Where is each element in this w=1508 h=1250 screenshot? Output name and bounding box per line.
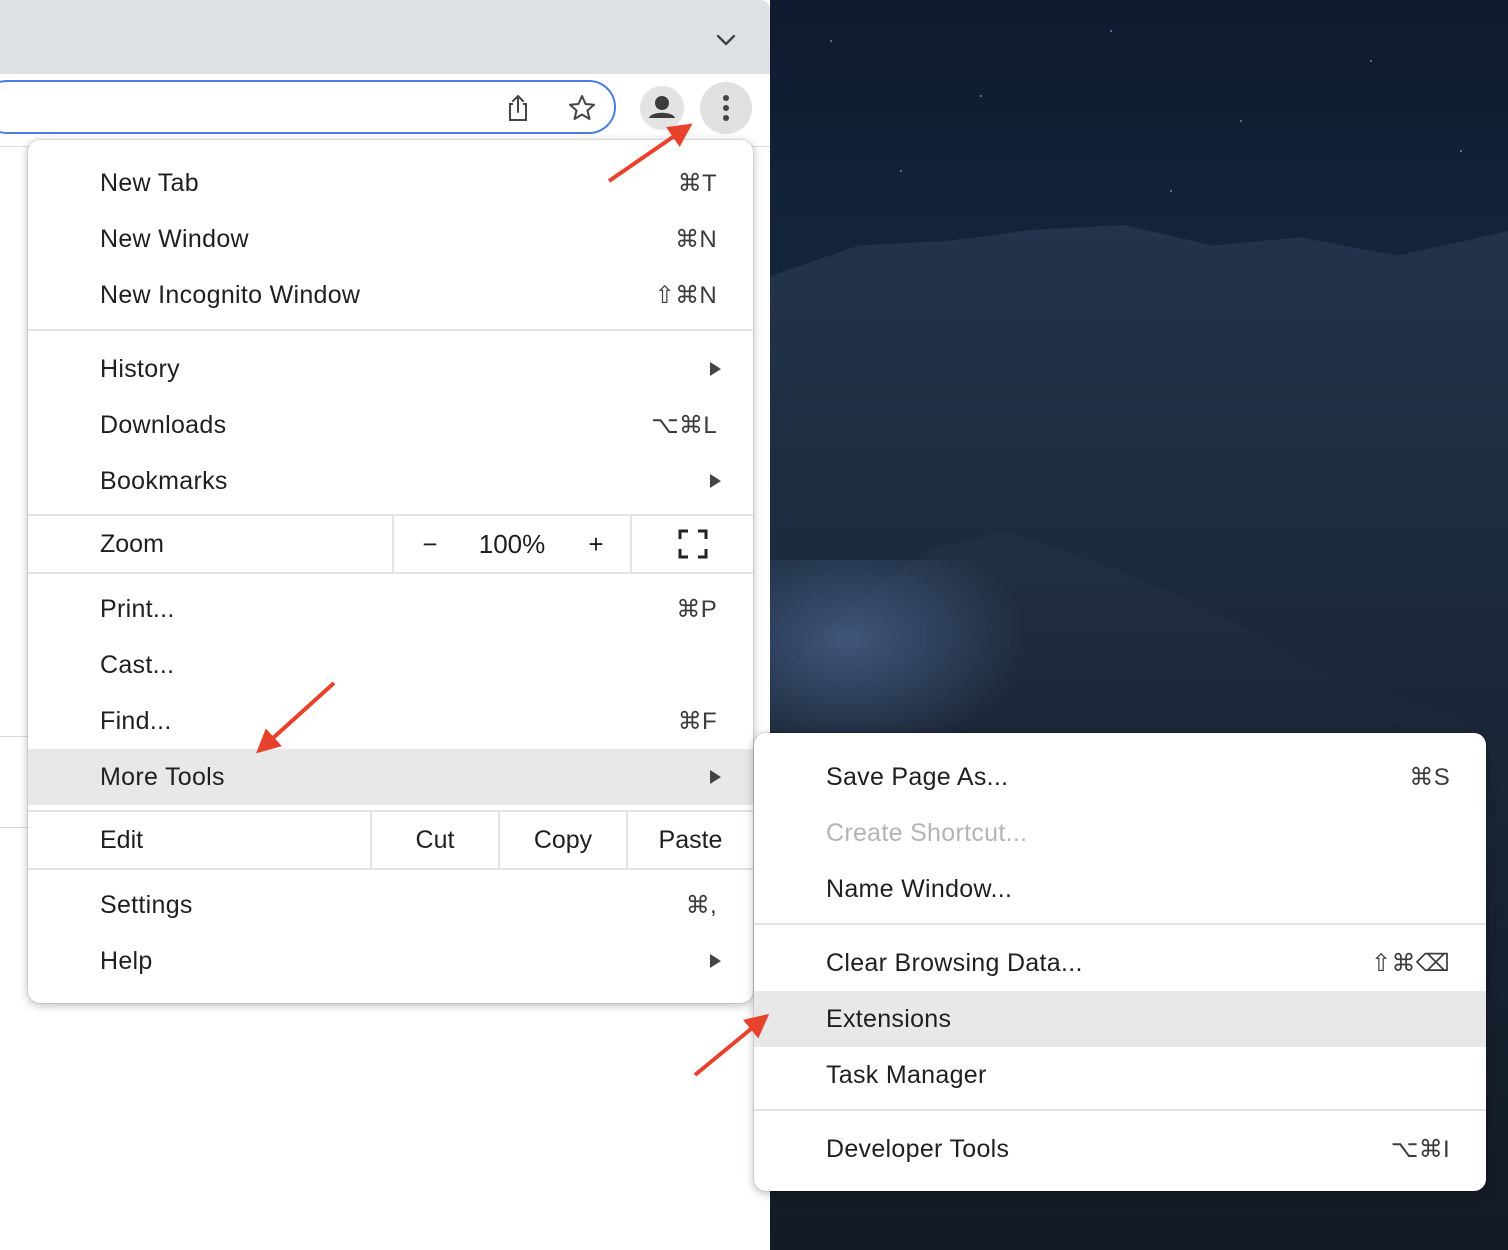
submenu-item-save-page-as[interactable]: Save Page As... ⌘S <box>754 749 1486 805</box>
zoom-out-label: − <box>422 528 438 559</box>
fullscreen-button[interactable] <box>632 516 753 572</box>
copy-label: Copy <box>533 825 593 854</box>
submenu-arrow-icon <box>710 954 721 968</box>
zoom-value: 100% <box>478 528 546 559</box>
submenu-item-create-shortcut: Create Shortcut... <box>754 805 1486 861</box>
tab-strip <box>0 0 770 74</box>
zoom-level: 100% <box>464 516 560 572</box>
menu-item-new-incognito-window[interactable]: New Incognito Window ⇧⌘N <box>28 267 753 323</box>
chrome-menu-button[interactable] <box>700 82 752 134</box>
zoom-label: Zoom <box>100 530 164 558</box>
menu-item-bookmarks[interactable]: Bookmarks <box>28 453 753 509</box>
menu-item-label: Help <box>100 946 153 975</box>
profile-button[interactable] <box>638 84 686 132</box>
menu-item-label: More Tools <box>100 762 225 791</box>
menu-item-label: Extensions <box>826 1004 952 1033</box>
menu-item-label: New Window <box>100 224 249 253</box>
profile-icon <box>640 86 684 130</box>
chevron-down-icon <box>716 34 736 46</box>
toolbar <box>0 74 770 147</box>
menu-item-shortcut: ⌥⌘I <box>1390 1135 1450 1163</box>
star-icon <box>569 95 595 120</box>
menu-item-more-tools[interactable]: More Tools <box>28 749 753 805</box>
menu-item-downloads[interactable]: Downloads ⌥⌘L <box>28 397 753 453</box>
chrome-main-menu: New Tab ⌘T New Window ⌘N New Incognito W… <box>28 140 753 1003</box>
menu-item-shortcut: ⇧⌘⌫ <box>1371 949 1450 977</box>
menu-item-label: Create Shortcut... <box>826 818 1028 847</box>
menu-item-shortcut: ⌥⌘L <box>651 411 717 439</box>
menu-item-label: Task Manager <box>826 1060 987 1089</box>
submenu-arrow-icon <box>710 362 721 376</box>
bookmark-star-button[interactable] <box>566 92 598 124</box>
menu-item-label: Settings <box>100 890 193 919</box>
paste-label: Paste <box>658 825 723 854</box>
fullscreen-icon <box>678 529 707 559</box>
menu-item-label: Bookmarks <box>100 466 228 495</box>
more-tools-submenu: Save Page As... ⌘S Create Shortcut... Na… <box>754 733 1486 1191</box>
kebab-menu-icon <box>723 95 729 121</box>
menu-item-label: Developer Tools <box>826 1134 1010 1163</box>
menu-item-new-window[interactable]: New Window ⌘N <box>28 211 753 267</box>
menu-item-shortcut: ⌘T <box>677 169 717 197</box>
menu-item-shortcut: ⇧⌘N <box>654 281 717 309</box>
tab-search-button[interactable] <box>712 26 740 54</box>
cut-label: Cut <box>415 825 455 854</box>
menu-item-label: History <box>100 354 180 383</box>
menu-item-label: Downloads <box>100 410 227 439</box>
menu-separator <box>754 1109 1486 1111</box>
menu-item-label: New Incognito Window <box>100 280 361 309</box>
address-bar[interactable] <box>0 80 616 134</box>
menu-item-shortcut: ⌘S <box>1409 763 1450 791</box>
edit-row: Edit Cut Copy Paste <box>28 812 753 868</box>
submenu-arrow-icon <box>710 770 721 784</box>
menu-item-settings[interactable]: Settings ⌘, <box>28 877 753 933</box>
zoom-out-button[interactable]: − <box>396 516 464 572</box>
menu-item-new-tab[interactable]: New Tab ⌘T <box>28 155 753 211</box>
share-icon <box>509 95 527 121</box>
menu-item-cast[interactable]: Cast... <box>28 637 753 693</box>
menu-item-help[interactable]: Help <box>28 933 753 989</box>
menu-separator <box>754 923 1486 925</box>
cut-button[interactable]: Cut <box>372 812 498 868</box>
zoom-row: Zoom − 100% + <box>28 516 753 572</box>
submenu-item-developer-tools[interactable]: Developer Tools ⌥⌘I <box>754 1121 1486 1177</box>
menu-item-label: Print... <box>100 594 175 623</box>
menu-item-label: Name Window... <box>826 874 1013 903</box>
menu-item-label: Clear Browsing Data... <box>826 948 1083 977</box>
menu-separator <box>28 329 753 331</box>
zoom-in-button[interactable]: + <box>560 516 632 572</box>
zoom-in-label: + <box>588 528 604 559</box>
menu-item-shortcut: ⌘, <box>685 891 717 919</box>
menu-item-label: New Tab <box>100 168 199 197</box>
edit-label: Edit <box>100 826 144 854</box>
submenu-arrow-icon <box>710 474 721 488</box>
menu-item-shortcut: ⌘F <box>677 707 717 735</box>
submenu-item-name-window[interactable]: Name Window... <box>754 861 1486 917</box>
menu-item-label: Save Page As... <box>826 762 1009 791</box>
copy-button[interactable]: Copy <box>500 812 626 868</box>
menu-item-label: Find... <box>100 706 172 735</box>
menu-item-shortcut: ⌘P <box>676 595 717 623</box>
menu-item-label: Cast... <box>100 650 175 679</box>
menu-item-history[interactable]: History <box>28 341 753 397</box>
menu-item-shortcut: ⌘N <box>675 225 717 253</box>
menu-item-find[interactable]: Find... ⌘F <box>28 693 753 749</box>
submenu-item-extensions[interactable]: Extensions <box>754 991 1486 1047</box>
menu-separator <box>28 868 753 870</box>
share-button[interactable] <box>502 92 534 124</box>
menu-separator <box>28 572 753 574</box>
paste-button[interactable]: Paste <box>628 812 753 868</box>
menu-item-print[interactable]: Print... ⌘P <box>28 581 753 637</box>
submenu-item-task-manager[interactable]: Task Manager <box>754 1047 1486 1103</box>
submenu-item-clear-browsing-data[interactable]: Clear Browsing Data... ⇧⌘⌫ <box>754 935 1486 991</box>
